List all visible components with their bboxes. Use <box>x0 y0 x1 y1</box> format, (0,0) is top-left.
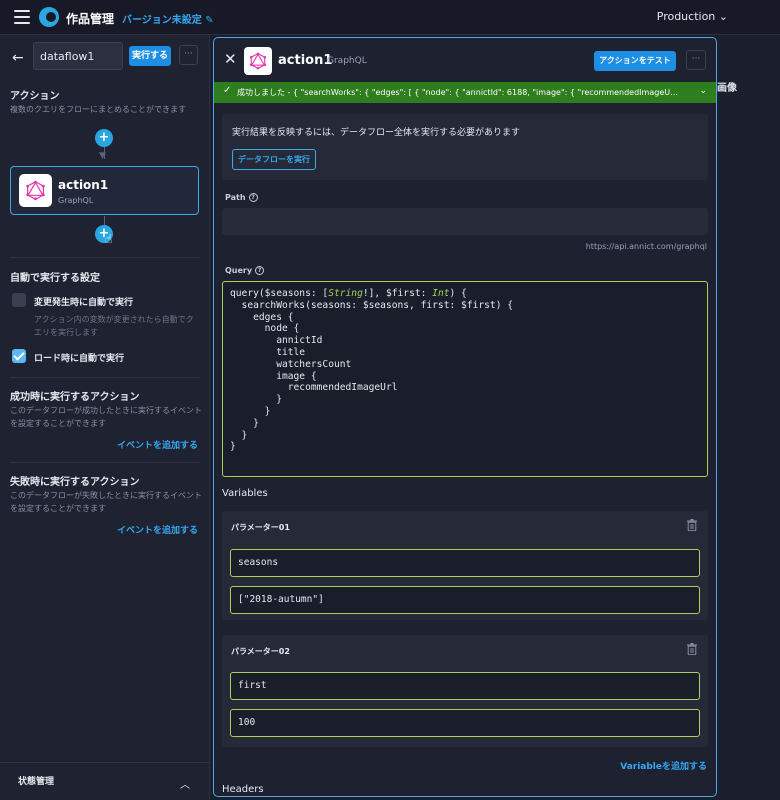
divider <box>10 462 200 463</box>
panel-more-button[interactable]: ··· <box>686 50 706 70</box>
add-failure-event-link[interactable]: イベントを追加する <box>117 523 198 536</box>
path-label: Path? <box>225 193 258 202</box>
back-arrow-icon[interactable]: ← <box>12 50 24 66</box>
actions-title: アクション <box>10 91 60 102</box>
arrow-down-icon: ▼ <box>99 151 106 161</box>
on-success-description: このデータフローが成功したときに実行するイベントを設定することができます <box>10 406 202 428</box>
image-column-header: 画像 <box>717 83 737 94</box>
auto-run-on-load-label: ロード時に自動で実行 <box>34 354 125 364</box>
graphql-icon <box>244 47 272 75</box>
trash-icon[interactable] <box>687 519 697 531</box>
variables-label: Variables <box>222 488 268 499</box>
divider <box>10 377 200 378</box>
chevron-up-icon: ︿ <box>180 780 190 791</box>
hand-cursor-icon: ☝ <box>105 232 113 246</box>
auto-run-on-change-description: アクション内の変数が変更されたら自動でクエリを実行します <box>34 315 194 337</box>
success-banner[interactable]: ✓ 成功しました - { "searchWorks": { "edges": [… <box>214 82 716 103</box>
parameter-title: パラメーター01 <box>231 523 290 532</box>
menu-icon[interactable] <box>14 10 30 24</box>
action-card-type: GraphQL <box>58 196 94 205</box>
parameter-card-01: パラメーター01 seasons ["2018-autumn"] <box>222 511 708 620</box>
auto-run-title: 自動で実行する設定 <box>10 273 100 284</box>
on-success-title: 成功時に実行するアクション <box>10 392 140 403</box>
parameter-name-input[interactable]: seasons <box>230 549 700 577</box>
state-management-toggle[interactable]: 状態管理 ︿ <box>0 762 210 800</box>
query-code: query($seasons: [String!], $first: Int) … <box>230 288 514 453</box>
auto-run-on-change-label: 変更発生時に自動で実行 <box>34 298 134 308</box>
help-icon[interactable]: ? <box>248 193 258 202</box>
chevron-down-icon: ⌄ <box>718 10 728 23</box>
sidebar: ← 実行する ··· アクション 複数のクエリをフローにまとめることができます … <box>0 35 210 800</box>
parameter-title: パラメーター02 <box>231 647 290 656</box>
action-editor-panel: ✕ action1 GraphQL アクションをテスト ··· ✓ 成功しました… <box>213 37 717 797</box>
parameter-card-02: パラメーター02 first 100 <box>222 635 708 747</box>
query-editor[interactable]: query($seasons: [String!], $first: Int) … <box>222 281 708 477</box>
run-button[interactable]: 実行する <box>129 46 171 66</box>
auto-run-on-load-checkbox[interactable] <box>12 349 26 363</box>
test-action-button[interactable]: アクションをテスト <box>594 51 676 71</box>
path-input[interactable] <box>222 208 708 235</box>
help-icon[interactable]: ? <box>255 266 265 275</box>
success-message: 成功しました - { "searchWorks": { "edges": [ {… <box>237 88 679 97</box>
query-label: Query? <box>225 266 265 275</box>
dataflow-name-input[interactable] <box>33 42 123 70</box>
action-card-name: action1 <box>58 178 109 192</box>
add-variable-link[interactable]: Variableを追加する <box>620 759 707 772</box>
check-icon: ✓ <box>223 85 232 96</box>
notice-text: 実行結果を反映するには、データフロー全体を実行する必要があります <box>232 128 521 138</box>
run-dataflow-button[interactable]: データフローを実行 <box>232 149 316 170</box>
headers-label: Headers <box>222 784 264 795</box>
action-type: GraphQL <box>327 56 367 66</box>
top-bar: 作品管理 バージョン未設定 ✎ Production ⌄ <box>0 0 780 35</box>
on-failure-title: 失敗時に実行するアクション <box>10 477 140 488</box>
add-success-event-link[interactable]: イベントを追加する <box>117 438 198 451</box>
auto-run-on-change-checkbox[interactable] <box>12 293 26 307</box>
edit-icon: ✎ <box>205 15 214 26</box>
trash-icon[interactable] <box>687 643 697 655</box>
state-management-label: 状態管理 <box>18 777 55 787</box>
divider <box>10 257 200 258</box>
parameter-value-input[interactable]: ["2018-autumn"] <box>230 586 700 614</box>
graphql-icon <box>19 174 52 207</box>
app-logo <box>39 7 59 27</box>
on-failure-description: このデータフローが失敗したときに実行するイベントを設定することができます <box>10 491 202 513</box>
chevron-down-icon: ⌄ <box>699 86 707 96</box>
close-icon[interactable]: ✕ <box>224 50 237 68</box>
actions-description: 複数のクエリをフローにまとめることができます <box>10 105 186 114</box>
action-title: action1 <box>278 53 333 68</box>
notice-box: 実行結果を反映するには、データフロー全体を実行する必要があります データフローを… <box>222 114 708 180</box>
base-url: https://api.annict.com/graphql <box>585 242 707 251</box>
parameter-name-input[interactable]: first <box>230 672 700 700</box>
more-options-button[interactable]: ··· <box>179 45 198 65</box>
parameter-value-input[interactable]: 100 <box>230 709 700 737</box>
app-title: 作品管理 <box>66 12 115 26</box>
action-card-action1[interactable]: action1 GraphQL <box>10 166 199 215</box>
add-action-top-button[interactable]: + <box>95 129 113 147</box>
version-link[interactable]: バージョン未設定 ✎ <box>122 11 214 26</box>
environment-select[interactable]: Production ⌄ <box>657 10 728 23</box>
